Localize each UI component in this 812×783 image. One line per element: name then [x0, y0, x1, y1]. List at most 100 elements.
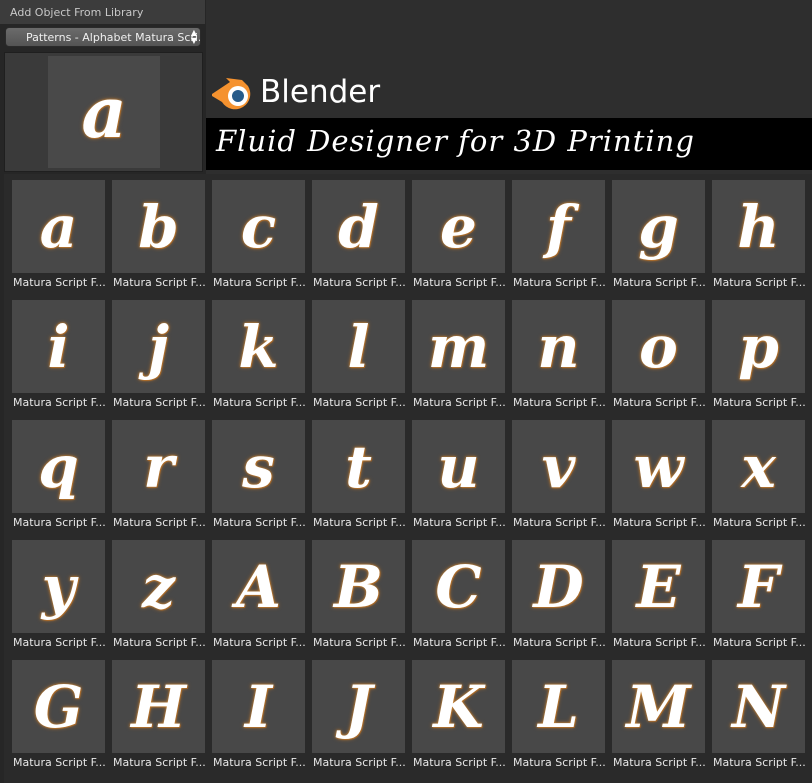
library-item-tile[interactable]: e Matura Script F... [404, 174, 505, 292]
library-item-tile[interactable]: m Matura Script F... [404, 294, 505, 412]
library-category-dropdown[interactable]: Patterns - Alphabet Matura Scri... ▲ ▼ [5, 27, 201, 47]
item-glyph: h [737, 192, 780, 261]
library-item-tile[interactable]: F Matura Script F... [704, 534, 805, 652]
library-item-tile[interactable]: j Matura Script F... [104, 294, 205, 412]
item-label: Matura Script F... [13, 276, 105, 289]
library-item-tile[interactable]: C Matura Script F... [404, 534, 505, 652]
item-thumbnail: C [412, 540, 505, 633]
item-label: Matura Script F... [13, 516, 105, 529]
item-thumbnail: x [712, 420, 805, 513]
library-item-tile[interactable]: I Matura Script F... [204, 654, 305, 772]
item-label: Matura Script F... [513, 756, 605, 769]
library-item-tile[interactable]: i Matura Script F... [4, 294, 105, 412]
logo-text: Blender [260, 74, 381, 110]
item-label: Matura Script F... [213, 396, 305, 409]
item-glyph: m [427, 312, 490, 381]
library-item-tile[interactable]: K Matura Script F... [404, 654, 505, 772]
library-item-tile[interactable]: q Matura Script F... [4, 414, 105, 532]
item-glyph: K [433, 672, 484, 741]
library-item-tile[interactable]: E Matura Script F... [604, 534, 705, 652]
library-item-tile[interactable]: c Matura Script F... [204, 174, 305, 292]
item-label: Matura Script F... [13, 636, 105, 649]
library-item-tile[interactable]: J Matura Script F... [304, 654, 405, 772]
library-item-tile[interactable]: M Matura Script F... [604, 654, 705, 772]
item-thumbnail: k [212, 300, 305, 393]
item-thumbnail: s [212, 420, 305, 513]
item-label: Matura Script F... [613, 276, 705, 289]
library-item-tile[interactable]: G Matura Script F... [4, 654, 105, 772]
library-item-tile[interactable]: h Matura Script F... [704, 174, 805, 292]
panel-title: Add Object From Library [0, 0, 205, 24]
item-label: Matura Script F... [713, 276, 805, 289]
library-item-tile[interactable]: z Matura Script F... [104, 534, 205, 652]
library-item-tile[interactable]: v Matura Script F... [504, 414, 605, 532]
item-glyph: N [731, 672, 785, 741]
item-glyph: e [440, 192, 477, 261]
item-label: Matura Script F... [413, 276, 505, 289]
item-glyph: k [238, 312, 279, 381]
selected-preview[interactable]: a [4, 52, 203, 172]
dropdown-value: Patterns - Alphabet Matura Scri... [26, 31, 201, 44]
library-item-tile[interactable]: g Matura Script F... [604, 174, 705, 292]
item-thumbnail: H [112, 660, 205, 753]
item-thumbnail: h [712, 180, 805, 273]
library-item-tile[interactable]: a Matura Script F... [4, 174, 105, 292]
item-glyph: B [333, 552, 384, 621]
item-thumbnail: b [112, 180, 205, 273]
item-thumbnail: y [12, 540, 105, 633]
item-glyph: f [546, 192, 571, 261]
title-banner: Fluid Designer for 3D Printing [206, 118, 812, 170]
item-glyph: d [338, 192, 379, 261]
item-thumbnail: p [712, 300, 805, 393]
library-item-tile[interactable]: o Matura Script F... [604, 294, 705, 412]
item-thumbnail: u [412, 420, 505, 513]
item-label: Matura Script F... [313, 276, 405, 289]
item-thumbnail: j [112, 300, 205, 393]
library-item-tile[interactable]: p Matura Script F... [704, 294, 805, 412]
library-item-tile[interactable]: d Matura Script F... [304, 174, 405, 292]
item-glyph: D [533, 552, 584, 621]
item-glyph: c [240, 192, 277, 261]
item-label: Matura Script F... [713, 516, 805, 529]
library-item-tile[interactable]: w Matura Script F... [604, 414, 705, 532]
library-item-tile[interactable]: b Matura Script F... [104, 174, 205, 292]
item-glyph: H [131, 672, 186, 741]
library-item-tile[interactable]: s Matura Script F... [204, 414, 305, 532]
library-item-tile[interactable]: n Matura Script F... [504, 294, 605, 412]
library-item-tile[interactable]: D Matura Script F... [504, 534, 605, 652]
banner-title: Fluid Designer for 3D Printing [216, 124, 695, 158]
item-thumbnail: a [12, 180, 105, 273]
item-label: Matura Script F... [313, 396, 405, 409]
item-glyph: E [636, 552, 681, 621]
dropdown-arrows-icon: ▲ ▼ [190, 28, 197, 45]
library-item-tile[interactable]: u Matura Script F... [404, 414, 505, 532]
library-item-tile[interactable]: l Matura Script F... [304, 294, 405, 412]
blender-logo: Blender [208, 72, 408, 112]
item-label: Matura Script F... [613, 396, 705, 409]
library-item-tile[interactable]: A Matura Script F... [204, 534, 305, 652]
item-glyph: q [38, 432, 79, 501]
item-thumbnail: J [312, 660, 405, 753]
library-item-tile[interactable]: r Matura Script F... [104, 414, 205, 532]
item-label: Matura Script F... [13, 756, 105, 769]
item-glyph: L [538, 672, 579, 741]
library-item-tile[interactable]: H Matura Script F... [104, 654, 205, 772]
item-label: Matura Script F... [713, 396, 805, 409]
item-label: Matura Script F... [713, 756, 805, 769]
library-item-tile[interactable]: f Matura Script F... [504, 174, 605, 292]
item-thumbnail: z [112, 540, 205, 633]
library-item-tile[interactable]: y Matura Script F... [4, 534, 105, 652]
item-label: Matura Script F... [513, 636, 605, 649]
library-item-tile[interactable]: B Matura Script F... [304, 534, 405, 652]
item-glyph: r [143, 432, 174, 501]
item-label: Matura Script F... [113, 756, 205, 769]
library-item-tile[interactable]: L Matura Script F... [504, 654, 605, 772]
library-item-tile[interactable]: t Matura Script F... [304, 414, 405, 532]
library-item-tile[interactable]: N Matura Script F... [704, 654, 805, 772]
item-label: Matura Script F... [513, 276, 605, 289]
item-thumbnail: K [412, 660, 505, 753]
library-item-tile[interactable]: x Matura Script F... [704, 414, 805, 532]
item-label: Matura Script F... [513, 516, 605, 529]
item-thumbnail: c [212, 180, 305, 273]
library-item-tile[interactable]: k Matura Script F... [204, 294, 305, 412]
